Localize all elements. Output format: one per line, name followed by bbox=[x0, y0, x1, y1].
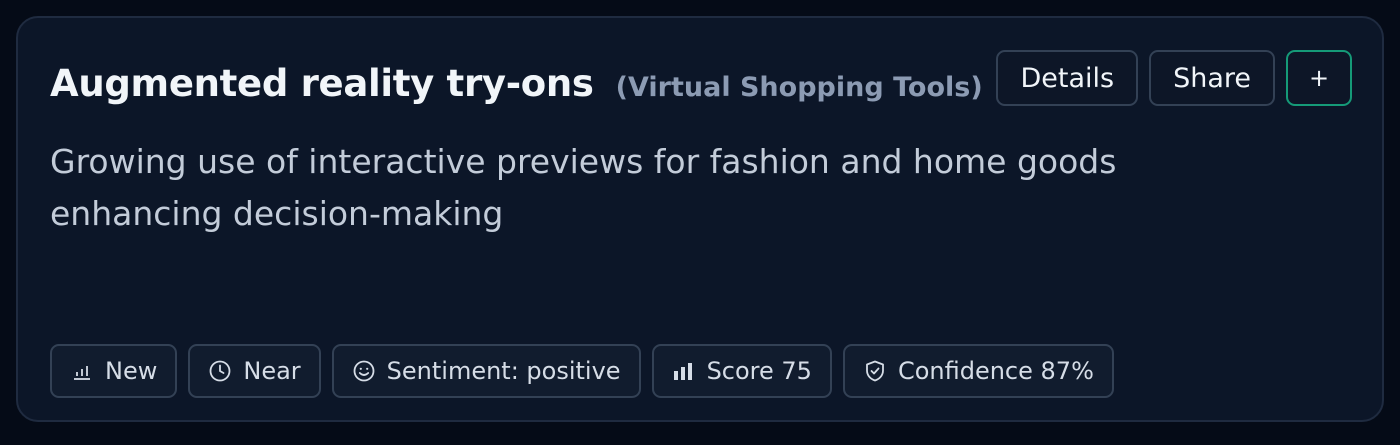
share-button[interactable]: Share bbox=[1149, 50, 1275, 106]
clock-icon bbox=[208, 359, 232, 383]
card-header: Augmented reality try-ons (Virtual Shopp… bbox=[50, 62, 983, 105]
add-button[interactable]: + bbox=[1286, 50, 1352, 106]
card-category: (Virtual Shopping Tools) bbox=[615, 72, 983, 103]
horizon-chip: Near bbox=[188, 344, 321, 398]
shield-check-icon bbox=[863, 359, 887, 383]
score-chip-label: Score 75 bbox=[706, 357, 812, 385]
score-chip: Score 75 bbox=[651, 344, 832, 398]
sentiment-chip-label: Sentiment: positive bbox=[386, 357, 621, 385]
smile-icon bbox=[352, 359, 376, 383]
status-chip-label: New bbox=[105, 357, 158, 385]
sentiment-chip: Sentiment: positive bbox=[331, 344, 641, 398]
status-chip: New bbox=[50, 344, 178, 398]
tag-chips: New Near Sentiment: positive Score 75 Co… bbox=[50, 344, 1114, 398]
signal-bars-icon bbox=[672, 359, 696, 383]
horizon-chip-label: Near bbox=[243, 357, 301, 385]
card-description: Growing use of interactive previews for … bbox=[50, 142, 1117, 233]
bar-chart-icon bbox=[70, 359, 94, 383]
card-actions: Details Share + bbox=[996, 50, 1352, 106]
card-title: Augmented reality try-ons bbox=[50, 62, 594, 105]
trend-card: Augmented reality try-ons (Virtual Shopp… bbox=[16, 16, 1384, 422]
confidence-chip-label: Confidence 87% bbox=[897, 357, 1094, 385]
confidence-chip: Confidence 87% bbox=[842, 344, 1114, 398]
details-button[interactable]: Details bbox=[996, 50, 1139, 106]
